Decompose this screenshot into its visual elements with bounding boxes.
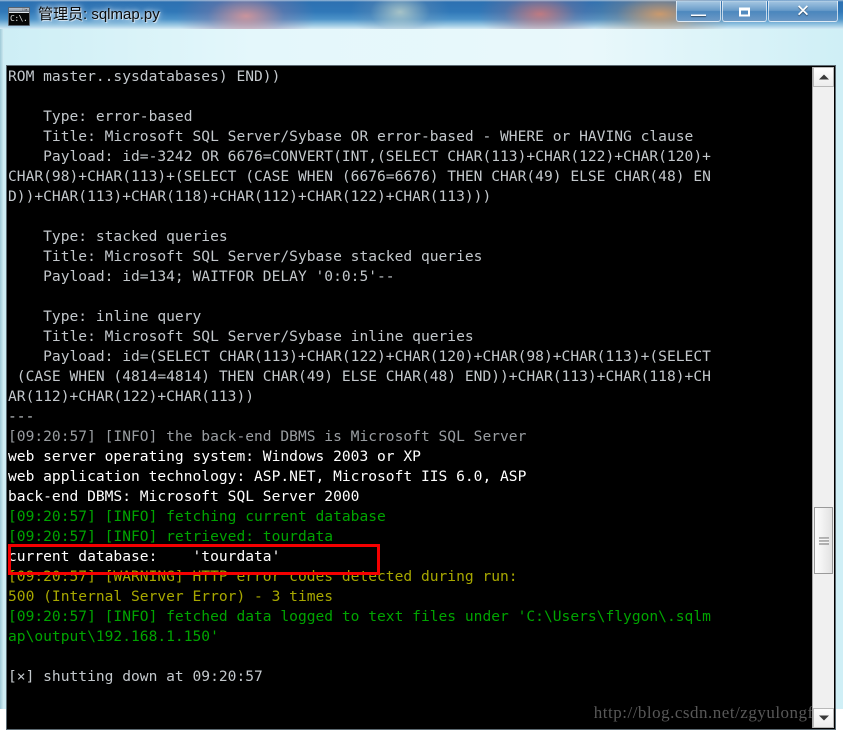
scrollbar-thumb[interactable] (814, 507, 833, 574)
chevron-down-icon (818, 715, 829, 721)
window-title: 管理员: sqlmap.py (38, 6, 160, 23)
cmd-console-icon: _□× C:\. (8, 7, 30, 26)
console-line: [09:20:57] [INFO] retrieved: tourdata (8, 528, 334, 545)
minimize-icon: — (691, 6, 706, 24)
maximize-icon (723, 5, 766, 18)
console-line: 500 (Internal Server Error) - 3 times (8, 588, 334, 605)
console-line: [09:20:57] [INFO] the back-end DBMS is M… (8, 428, 527, 445)
console-window: _□× C:\. 管理员: sqlmap.py — ✕ ROM master..… (0, 0, 843, 730)
console-output: ROM master..sysdatabases) END)) Type: er… (8, 67, 814, 687)
console-line: AR(112)+CHAR(122)+CHAR(113)) (8, 388, 255, 405)
chevron-up-icon (818, 74, 829, 80)
console-line: ROM master..sysdatabases) END)) (8, 68, 281, 85)
console-line: --- (8, 408, 35, 425)
watermark-text: http://blog.csdn.net/zgyulongfei (593, 703, 827, 722)
maximize-button[interactable] (722, 1, 767, 22)
console-line: Payload: id=-3242 OR 6676=CONVERT(INT,(S… (8, 148, 711, 165)
console-scrollbar[interactable] (812, 67, 834, 728)
minimize-button[interactable]: — (676, 1, 721, 24)
close-icon: ✕ (795, 1, 811, 21)
console-line: web application technology: ASP.NET, Mic… (8, 468, 527, 485)
window-glass-border: ROM master..sysdatabases) END)) Type: er… (0, 29, 843, 730)
console-line: [×] shutting down at 09:20:57 (8, 668, 263, 685)
console-line: web server operating system: Windows 200… (8, 448, 421, 465)
console-line: Title: Microsoft SQL Server/Sybase OR er… (8, 128, 694, 145)
console-line: Type: error-based (8, 108, 193, 125)
window-titlebar[interactable]: _□× C:\. 管理员: sqlmap.py — ✕ (0, 0, 843, 31)
console-line: D))+CHAR(113)+CHAR(118)+CHAR(112)+CHAR(1… (8, 188, 492, 205)
console-line: Type: inline query (8, 308, 202, 325)
console-client-area[interactable]: ROM master..sysdatabases) END)) Type: er… (6, 65, 836, 730)
scrollbar-grip-icon (818, 537, 829, 544)
console-line: (CASE WHEN (4814=4814) THEN CHAR(49) ELS… (8, 368, 711, 385)
console-line: Payload: id=(SELECT CHAR(113)+CHAR(122)+… (8, 348, 711, 365)
console-line: Type: stacked queries (8, 228, 228, 245)
console-line: ap\output\192.168.1.150' (8, 628, 219, 645)
console-line: back-end DBMS: Microsoft SQL Server 2000 (8, 488, 360, 505)
scroll-down-button[interactable] (813, 708, 834, 728)
console-line: [09:20:57] [WARNING] HTTP error codes de… (8, 568, 518, 585)
console-line: [09:20:57] [INFO] fetching current datab… (8, 508, 386, 525)
console-line: Title: Microsoft SQL Server/Sybase inlin… (8, 328, 474, 345)
cmd-icon-prompt: C:\. (10, 14, 28, 23)
window-controls: — ✕ (675, 1, 838, 23)
console-line: current database: 'tourdata' (8, 548, 281, 565)
close-button[interactable]: ✕ (768, 1, 838, 22)
console-line: Title: Microsoft SQL Server/Sybase stack… (8, 248, 483, 265)
console-line: [09:20:57] [INFO] fetched data logged to… (8, 608, 711, 625)
console-line: CHAR(98)+CHAR(113)+(SELECT (CASE WHEN (6… (8, 168, 711, 185)
console-line: Payload: id=134; WAITFOR DELAY '0:0:5'-- (8, 268, 395, 285)
scroll-up-button[interactable] (813, 67, 834, 87)
